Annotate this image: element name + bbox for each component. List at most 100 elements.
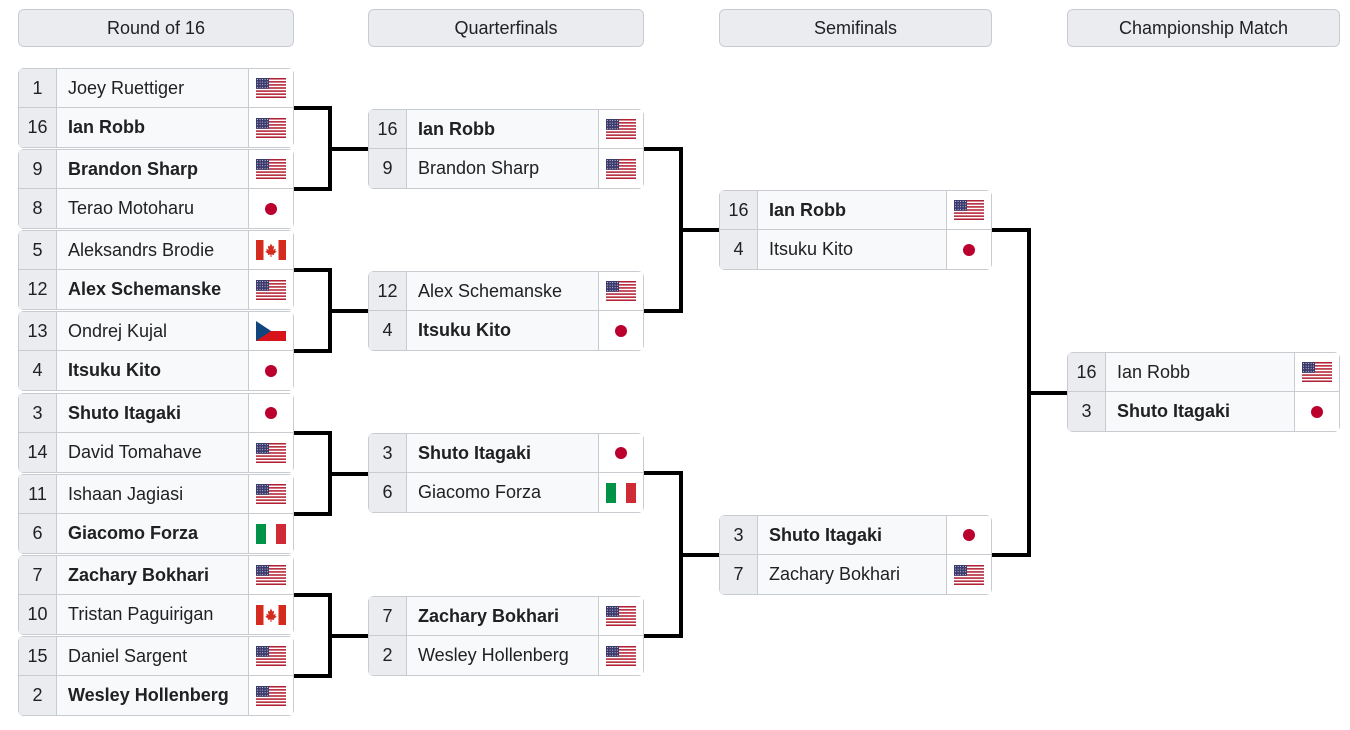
competitor-name: Shuto Itagaki [1117,401,1231,421]
competitor-slot: 16 Ian Robb [18,108,294,148]
seed-number: 16 [19,108,57,147]
competitor-name: Shuto Itagaki [769,524,883,545]
bracket-connector [294,674,332,678]
championship-match: 16 Ian Robb 3 Shuto Itagaki [1067,352,1340,432]
quarterfinals-header: Quarterfinals [368,9,644,47]
seed-number: 12 [369,272,407,310]
bracket-connector [644,634,683,638]
round-of-16-match: 3 Shuto Itagaki 14 David Tomahave [18,393,294,473]
canada-flag-icon [248,231,293,269]
quarterfinals-match: 3 Shuto Itagaki 6 Giacomo Forza [368,433,644,513]
seed-number: 3 [720,516,758,554]
seed-number: 2 [369,636,407,675]
championship-header: Championship Match [1067,9,1340,47]
usa-flag-icon [598,636,643,675]
competitor-slot: 10 Tristan Paguirigan [18,595,294,635]
competitor-name: Shuto Itagaki [418,442,532,463]
competitor-slot: 3 Shuto Itagaki [18,393,294,433]
competitor-name: Ondrej Kujal [68,320,168,341]
competitor-name: David Tomahave [68,442,202,462]
competitor-name: Terao Motoharu [68,198,195,218]
seed-number: 13 [19,312,57,350]
competitor-name: Itsuku Kito [418,320,511,340]
bracket-connector [644,471,683,475]
competitor-name: Aleksandrs Brodie [68,239,215,260]
japan-flag-icon [946,516,991,554]
competitor-slot: 1 Joey Ruettiger [18,68,294,108]
bracket-connector [1027,391,1067,395]
competitor-name: Wesley Hollenberg [68,685,229,705]
usa-flag-icon [248,475,293,513]
competitor-name: Brandon Sharp [418,158,540,178]
seed-number: 16 [720,191,758,229]
czech-flag-icon [248,312,293,350]
round-of-16-match: 15 Daniel Sargent 2 Wesley Hollenberg [18,636,294,716]
competitor-name: Ian Robb [1117,361,1191,382]
seed-number: 14 [19,433,57,472]
competitor-name: Ian Robb [68,117,145,137]
competitor-name: Giacomo Forza [418,482,542,502]
usa-flag-icon [248,108,293,147]
usa-flag-icon [598,597,643,635]
bracket-connector [644,147,683,151]
seed-number: 7 [19,556,57,594]
competitor-slot: 7 Zachary Bokhari [368,596,644,636]
bracket-connector [294,349,332,353]
competitor-slot: 7 Zachary Bokhari [18,555,294,595]
seed-number: 6 [369,473,407,512]
competitor-slot: 3 Shuto Itagaki [368,433,644,473]
seed-number: 7 [720,555,758,594]
seed-number: 3 [19,394,57,432]
seed-number: 1 [19,69,57,107]
bracket-connector [328,472,368,476]
competitor-name: Brandon Sharp [68,158,199,179]
competitor-name: Wesley Hollenberg [418,645,569,665]
competitor-slot: 4 Itsuku Kito [18,351,294,391]
bracket-connector [679,228,719,232]
bracket-connector [294,268,332,272]
competitor-slot: 4 Itsuku Kito [368,311,644,351]
bracket-connector [294,431,332,435]
semifinals-match: 3 Shuto Itagaki 7 Zachary Bokhari [719,515,992,595]
seed-number: 5 [19,231,57,269]
seed-number: 12 [19,270,57,309]
seed-number: 4 [19,351,57,390]
bracket-connector [328,309,368,313]
quarterfinals-match: 16 Ian Robb 9 Brandon Sharp [368,109,644,189]
competitor-name: Itsuku Kito [68,360,161,380]
usa-flag-icon [248,69,293,107]
competitor-slot: 13 Ondrej Kujal [18,311,294,351]
competitor-slot: 12 Alex Schemanske [368,271,644,311]
usa-flag-icon [248,556,293,594]
usa-flag-icon [248,676,293,715]
competitor-slot: 2 Wesley Hollenberg [368,636,644,676]
competitor-slot: 6 Giacomo Forza [368,473,644,513]
round-of-16-match: 11 Ishaan Jagiasi 6 Giacomo Forza [18,474,294,554]
competitor-name: Alex Schemanske [68,279,222,299]
competitor-name: Zachary Bokhari [769,564,901,584]
italy-flag-icon [248,514,293,553]
competitor-name: Tristan Paguirigan [68,604,214,624]
quarterfinals-match: 12 Alex Schemanske 4 Itsuku Kito [368,271,644,351]
seed-number: 7 [369,597,407,635]
japan-flag-icon [598,434,643,472]
bracket-connector [294,106,332,110]
usa-flag-icon [248,433,293,472]
seed-number: 8 [19,189,57,228]
competitor-name: Giacomo Forza [68,523,199,543]
competitor-name: Joey Ruettiger [68,77,185,98]
competitor-slot: 15 Daniel Sargent [18,636,294,676]
competitor-slot: 16 Ian Robb [1067,352,1340,392]
bracket-connector [679,553,719,557]
seed-number: 6 [19,514,57,553]
round-of-16-match: 7 Zachary Bokhari 10 Tristan Paguirigan [18,555,294,635]
competitor-slot: 3 Shuto Itagaki [1067,392,1340,432]
usa-flag-icon [1294,353,1339,391]
japan-flag-icon [1294,392,1339,431]
competitor-slot: 16 Ian Robb [719,190,992,230]
competitor-slot: 3 Shuto Itagaki [719,515,992,555]
competitor-name: Zachary Bokhari [68,564,210,585]
usa-flag-icon [598,110,643,148]
usa-flag-icon [598,149,643,188]
competitor-slot: 6 Giacomo Forza [18,514,294,554]
